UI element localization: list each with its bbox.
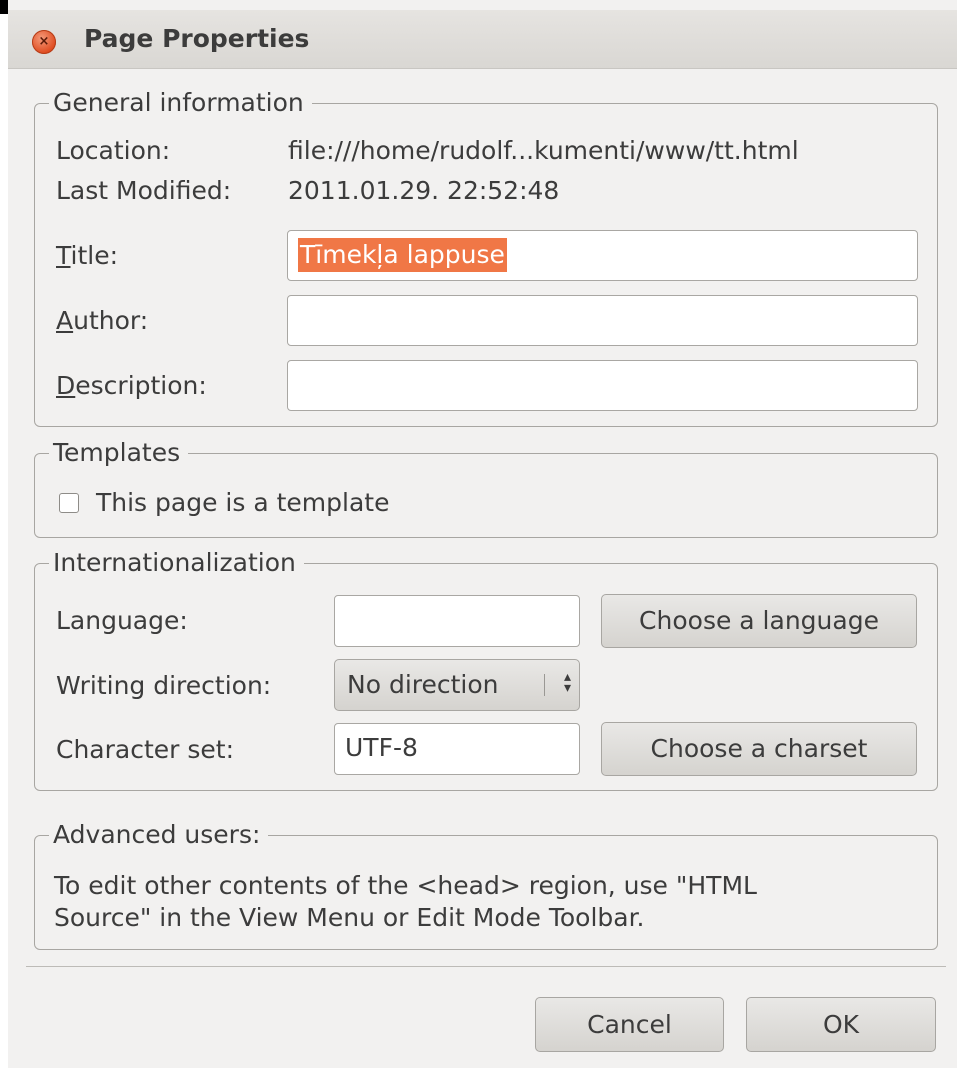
author-input[interactable] [287, 295, 918, 346]
choose-language-button[interactable]: Choose a language [601, 594, 917, 648]
chevron-updown-icon: ▴ ▾ [563, 669, 571, 696]
description-input[interactable] [287, 360, 918, 411]
internationalization-legend: Internationalization [49, 547, 304, 579]
window-edge [0, 0, 8, 1068]
ok-button[interactable]: OK [746, 997, 936, 1052]
dialog-title: Page Properties [84, 24, 310, 53]
last-modified-label: Last Modified: [56, 176, 232, 205]
writing-direction-label: Writing direction: [56, 671, 272, 700]
character-set-input[interactable]: UTF-8 [334, 723, 580, 775]
writing-direction-value: No direction [347, 670, 499, 699]
advanced-users-text-line2: Source" in the View Menu or Edit Mode To… [54, 903, 645, 932]
combo-separator [544, 674, 545, 696]
window-corner [0, 0, 8, 14]
title-label: Title: [56, 240, 118, 272]
description-label: Description: [56, 370, 207, 402]
cancel-button[interactable]: Cancel [535, 997, 724, 1052]
general-information-legend: General information [49, 87, 312, 119]
author-label-mnemonic: A [56, 306, 74, 335]
template-checkbox[interactable] [59, 493, 79, 513]
advanced-users-text-line1: To edit other contents of the <head> reg… [54, 871, 757, 900]
author-label: Author: [56, 305, 148, 337]
description-label-text: escription: [75, 371, 207, 400]
title-label-mnemonic: T [56, 241, 71, 270]
writing-direction-select[interactable]: No direction ▴ ▾ [334, 659, 580, 711]
close-icon[interactable]: × [32, 30, 56, 54]
description-label-mnemonic: D [56, 371, 76, 400]
button-separator [26, 966, 946, 967]
location-label: Location: [56, 136, 171, 165]
advanced-users-legend: Advanced users: [49, 819, 269, 851]
template-checkbox-label[interactable]: This page is a template [96, 487, 389, 519]
language-label: Language: [56, 606, 188, 635]
character-set-label: Character set: [56, 735, 235, 764]
title-label-text: itle: [70, 241, 119, 270]
author-label-text: uthor: [73, 306, 149, 335]
templates-legend: Templates [49, 437, 189, 469]
page-properties-dialog: × Page Properties General information Lo… [0, 0, 957, 1068]
title-input[interactable]: Tīmekļa lappuse [287, 230, 918, 281]
language-input[interactable] [334, 595, 580, 647]
last-modified-value: 2011.01.29. 22:52:48 [288, 176, 560, 205]
title-bar[interactable]: × Page Properties [8, 10, 957, 69]
title-input-selection: Tīmekļa lappuse [298, 238, 507, 272]
choose-charset-button[interactable]: Choose a charset [601, 722, 917, 776]
location-value: file:///home/rudolf...kumenti/www/tt.htm… [288, 136, 799, 165]
